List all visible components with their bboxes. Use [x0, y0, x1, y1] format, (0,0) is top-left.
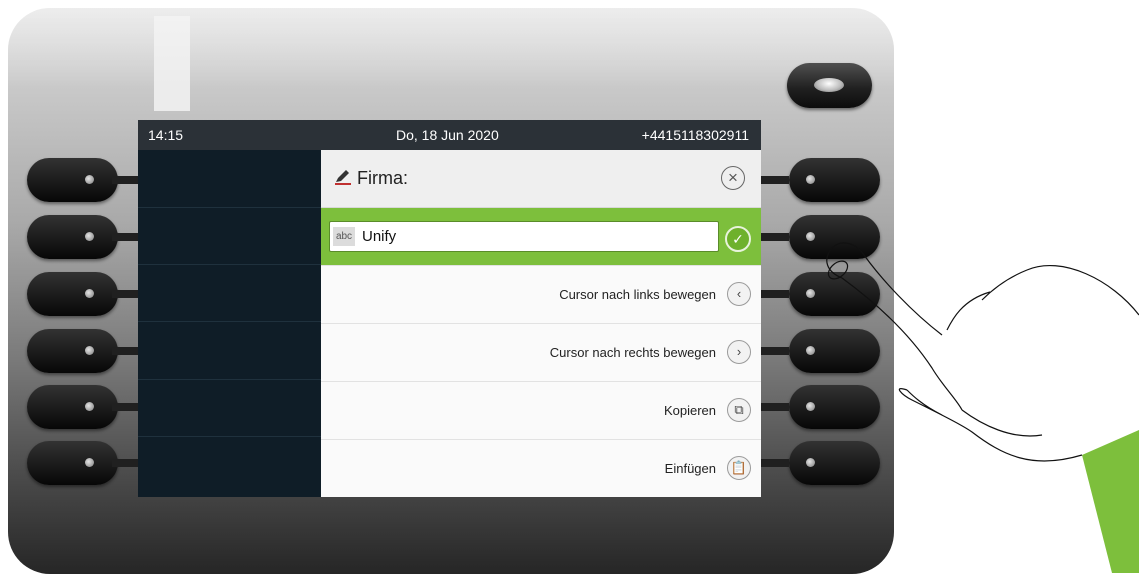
status-date: Do, 18 Jun 2020 [396, 127, 499, 143]
left-key-3[interactable] [27, 272, 118, 316]
key-connector [112, 459, 140, 467]
key-connector [761, 176, 789, 184]
chevron-left-icon[interactable]: ‹ [727, 282, 751, 306]
status-time: 14:15 [148, 127, 184, 143]
dialog-title: Firma: [357, 168, 408, 188]
input-type-badge: abc [333, 227, 355, 246]
option-cursor-left[interactable]: Cursor nach links bewegen ‹ [321, 265, 761, 323]
company-field[interactable]: abc [329, 221, 719, 252]
sleeve-cuff [1082, 430, 1139, 573]
key-connector [761, 403, 789, 411]
left-key-5[interactable] [27, 385, 118, 429]
option-label: Einfügen [664, 461, 716, 476]
key-connector [112, 347, 140, 355]
left-key-2[interactable] [27, 215, 118, 259]
key-connector [761, 347, 789, 355]
key-connector [112, 290, 140, 298]
input-row: abc ✓ [321, 208, 761, 265]
pointing-hand-illustration [826, 242, 1139, 573]
key-connector [112, 233, 140, 241]
left-key-4[interactable] [27, 329, 118, 373]
status-phone-number: +4415118302911 [641, 127, 749, 143]
key-connector [112, 403, 140, 411]
right-key-1[interactable] [789, 158, 880, 202]
option-copy[interactable]: Kopieren ⧉ [321, 381, 761, 439]
display-screen: 14:15 Do, 18 Jun 2020 +4415118302911 Fir… [138, 120, 761, 497]
home-key-led [814, 78, 844, 92]
paste-icon[interactable]: 📋 [727, 456, 751, 480]
key-connector [112, 176, 140, 184]
company-input[interactable] [362, 225, 702, 247]
option-label: Cursor nach links bewegen [559, 287, 716, 302]
left-key-1[interactable] [27, 158, 118, 202]
close-icon[interactable]: × [721, 166, 745, 190]
home-key[interactable] [787, 63, 872, 108]
key-connector [761, 459, 789, 467]
left-key-6[interactable] [27, 441, 118, 485]
dialog-header: Firma: × [321, 150, 761, 208]
option-label: Kopieren [663, 403, 716, 418]
edit-dialog: Firma: × abc ✓ Cursor nach links bewegen… [321, 150, 761, 497]
phone-notch [154, 16, 190, 111]
check-icon[interactable]: ✓ [725, 226, 751, 252]
status-bar: 14:15 Do, 18 Jun 2020 +4415118302911 [138, 120, 761, 150]
option-label: Cursor nach rechts bewegen [549, 345, 716, 360]
key-connector [761, 233, 789, 241]
chevron-right-icon[interactable]: › [727, 340, 751, 364]
option-paste[interactable]: Einfügen 📋 [321, 439, 761, 497]
pencil-icon [335, 170, 351, 185]
option-cursor-right[interactable]: Cursor nach rechts bewegen › [321, 323, 761, 381]
left-key-labels [138, 150, 321, 497]
copy-icon[interactable]: ⧉ [727, 398, 751, 422]
key-connector [761, 290, 789, 298]
